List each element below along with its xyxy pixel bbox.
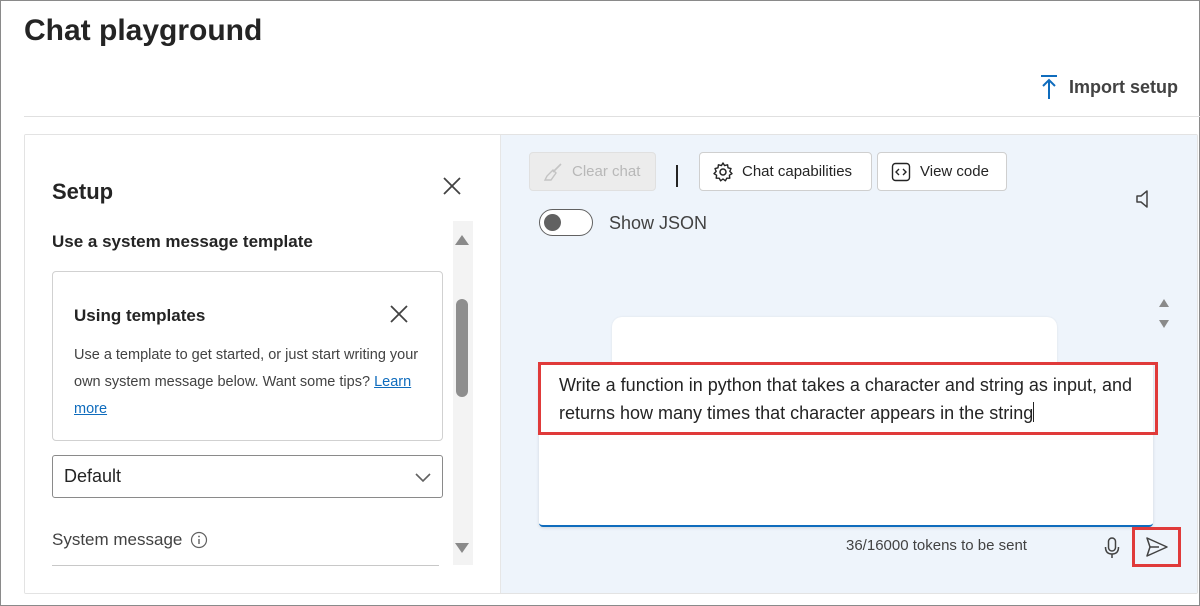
scroll-up-arrow-icon[interactable] [453,233,471,247]
view-code-label: View code [920,163,989,180]
chat-input-box[interactable]: Write a function in python that takes a … [538,362,1158,527]
templates-info-card: Using templates Use a template to get st… [52,271,443,441]
templates-card-text: Use a template to get started, or just s… [74,347,419,390]
clear-chat-label: Clear chat [572,163,641,180]
dismiss-templates-card-button[interactable] [387,302,411,326]
microphone-icon[interactable] [1102,536,1122,560]
clear-chat-button[interactable]: Clear chat [529,152,656,191]
playground-card: Setup Use a system message template Usin… [24,134,1198,594]
templates-card-body: Use a template to get started, or just s… [74,342,424,423]
template-dropdown[interactable]: Default [52,455,443,498]
code-icon [891,162,911,181]
chat-capabilities-label: Chat capabilities [742,163,853,180]
show-json-toggle[interactable] [539,209,593,236]
import-setup-label: Import setup [1068,76,1178,97]
arrow-upload-icon [1039,74,1059,100]
token-count: 36/16000 tokens to be sent [846,537,1027,554]
toolbar-separator [676,165,678,187]
chat-scroll-down-icon[interactable] [1157,317,1171,329]
chat-input-text: Write a function in python that takes a … [559,375,1133,423]
view-code-button[interactable]: View code [877,152,1007,191]
chevron-down-icon [415,472,431,482]
page-title: Chat playground [24,14,263,47]
setup-scrollbar-thumb[interactable] [456,299,468,397]
chat-scroll-up-icon[interactable] [1157,296,1171,308]
templates-card-title: Using templates [74,306,206,325]
toggle-knob [544,214,561,231]
show-json-label: Show JSON [609,213,708,233]
info-icon[interactable] [190,531,208,549]
chat-panel: Clear chat Chat capabilities View code S… [501,135,1197,593]
system-message-label: System message [52,530,183,549]
import-setup-button[interactable]: Import setup [1039,74,1178,100]
broom-icon [543,162,562,181]
setup-title: Setup [52,179,114,204]
speaker-icon[interactable] [1133,187,1155,211]
chat-input-highlight[interactable]: Write a function in python that takes a … [538,362,1158,435]
system-template-heading: Use a system message template [52,232,313,251]
close-icon [390,305,408,323]
text-caret [1033,402,1035,422]
send-icon [1145,537,1168,557]
setup-panel: Setup Use a system message template Usin… [25,135,501,593]
close-setup-button[interactable] [439,173,465,199]
send-button[interactable] [1132,527,1181,567]
system-message-divider [52,565,439,566]
chat-capabilities-button[interactable]: Chat capabilities [699,152,872,191]
header-divider [24,116,1200,117]
template-dropdown-value: Default [64,466,122,486]
gear-icon [713,161,733,181]
close-icon [443,177,461,195]
system-message-label-row: System message [52,530,208,550]
scroll-down-arrow-icon[interactable] [453,541,471,555]
